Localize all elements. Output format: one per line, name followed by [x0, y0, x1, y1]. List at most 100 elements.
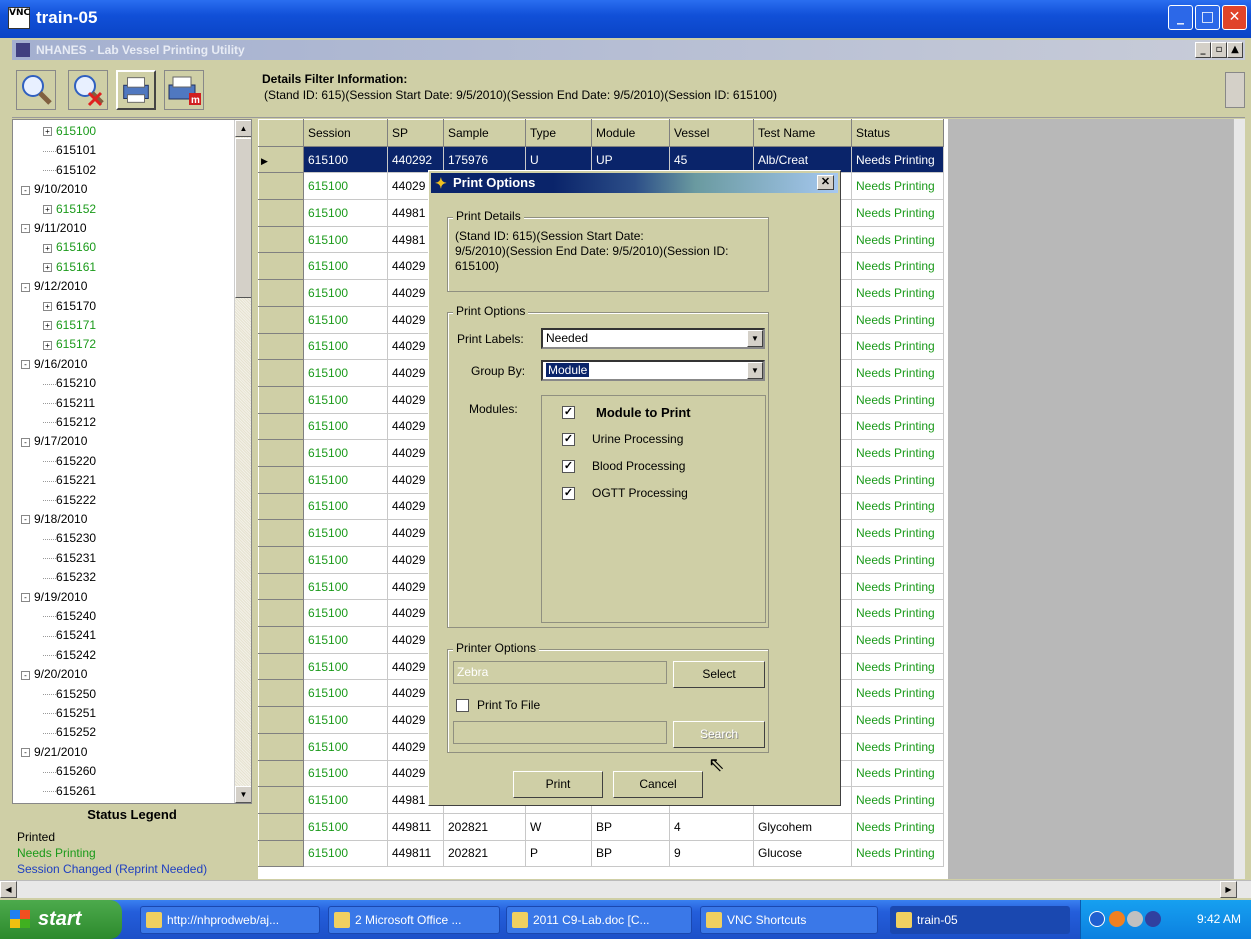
collapse-icon[interactable]: -: [21, 515, 30, 525]
scroll-right-icon[interactable]: ▶: [1220, 881, 1237, 898]
row-header[interactable]: [258, 839, 304, 868]
row-header[interactable]: [258, 626, 304, 654]
row-header[interactable]: [258, 252, 304, 281]
tree-date-node[interactable]: -9/18/2010: [21, 510, 87, 528]
table-row[interactable]: 615100 449811 202821 W BP 4 Glycohem Needs Prin…: [258, 812, 944, 841]
tree-scrollbar[interactable]: ▲ ▼: [234, 120, 251, 803]
collapse-icon[interactable]: -: [21, 224, 30, 234]
row-header[interactable]: [258, 385, 304, 414]
search-file-button[interactable]: Search: [673, 721, 765, 748]
print-labels-select[interactable]: Needed ▼: [541, 328, 765, 349]
expand-icon[interactable]: +: [43, 263, 52, 273]
row-header[interactable]: [258, 439, 304, 467]
tree-session-node[interactable]: +615100: [43, 122, 96, 140]
module-checkbox[interactable]: ✓: [562, 487, 575, 500]
tray-printer-icon[interactable]: [1127, 911, 1143, 927]
tree-session-node[interactable]: 615251: [43, 704, 96, 722]
column-header[interactable]: Module: [591, 119, 670, 147]
tree-session-node[interactable]: 615260: [43, 762, 96, 780]
collapse-icon[interactable]: -: [21, 748, 30, 758]
row-header[interactable]: [258, 572, 304, 601]
expand-icon[interactable]: +: [43, 204, 52, 214]
horizontal-scrollbar[interactable]: ◀ ▶: [0, 880, 1251, 898]
row-header[interactable]: [258, 279, 304, 307]
grid-vertical-scrollbar[interactable]: [1233, 119, 1245, 879]
tree-session-node[interactable]: +615170: [43, 297, 96, 315]
tree-date-node[interactable]: -9/19/2010: [21, 588, 87, 606]
row-header[interactable]: [258, 359, 304, 387]
app-scroll-up-icon[interactable]: ▲: [1227, 42, 1243, 58]
search-icon[interactable]: [16, 70, 56, 110]
column-header[interactable]: SP: [387, 119, 444, 147]
expand-icon[interactable]: +: [43, 127, 52, 137]
tree-date-node[interactable]: -9/16/2010: [21, 355, 87, 373]
row-header[interactable]: [258, 465, 304, 494]
tree-session-node[interactable]: 615220: [43, 452, 96, 470]
tree-date-node[interactable]: -9/11/2010: [21, 219, 87, 237]
print-icon[interactable]: [116, 70, 156, 110]
row-header[interactable]: [258, 305, 304, 334]
taskbar-task[interactable]: http://nhprodweb/aj...: [140, 906, 320, 934]
column-header[interactable]: Vessel: [669, 119, 754, 147]
scroll-up-icon[interactable]: ▲: [235, 120, 251, 137]
collapse-icon[interactable]: -: [21, 592, 30, 602]
tree-session-node[interactable]: 615210: [43, 374, 96, 392]
session-tree[interactable]: +615100 615101 615102-9/10/2010 +615152-9/1…: [12, 119, 252, 804]
clear-search-icon[interactable]: [68, 70, 108, 110]
dialog-close-icon[interactable]: ✕: [817, 175, 834, 190]
tree-date-node[interactable]: -9/12/2010: [21, 277, 87, 295]
tree-session-node[interactable]: 615230: [43, 529, 96, 547]
collapse-icon[interactable]: -: [21, 670, 30, 680]
tree-session-node[interactable]: 615261: [43, 782, 96, 800]
tree-session-node[interactable]: 615221: [43, 471, 96, 489]
module-checkbox[interactable]: ✓: [562, 433, 575, 446]
tree-session-node[interactable]: 615241: [43, 626, 96, 644]
row-header[interactable]: [258, 732, 304, 761]
tree-session-node[interactable]: 615101: [43, 141, 96, 159]
row-header[interactable]: [258, 492, 304, 521]
print-button[interactable]: Print: [513, 771, 603, 798]
row-header[interactable]: [258, 599, 304, 628]
print-to-file-checkbox[interactable]: [456, 699, 469, 712]
app-restore-icon[interactable]: ▫: [1211, 42, 1227, 58]
table-row[interactable]: ▶ 615100 440292 175976 U UP 45 Alb/Creat Needs P…: [258, 145, 944, 174]
column-header[interactable]: Test Name: [753, 119, 852, 147]
tree-session-node[interactable]: +615171: [43, 316, 96, 334]
chevron-down-icon[interactable]: ▼: [747, 362, 763, 379]
row-header[interactable]: [258, 652, 304, 681]
tree-session-node[interactable]: +615161: [43, 258, 96, 276]
minimize-icon[interactable]: _: [1168, 5, 1193, 30]
row-header[interactable]: [258, 412, 304, 441]
taskbar-task[interactable]: 2 Microsoft Office ...: [328, 906, 500, 934]
cancel-button[interactable]: Cancel: [613, 771, 703, 798]
taskbar-task[interactable]: train-05: [890, 906, 1070, 934]
tray-network-icon[interactable]: [1145, 911, 1161, 927]
taskbar-task[interactable]: 2011 C9-Lab.doc [C...: [506, 906, 692, 934]
tree-session-node[interactable]: 615232: [43, 568, 96, 586]
maximize-icon[interactable]: □: [1195, 5, 1220, 30]
chevron-down-icon[interactable]: ▼: [747, 330, 763, 347]
row-pointer-icon[interactable]: ▶: [258, 145, 304, 174]
group-by-select[interactable]: Module ▼: [541, 360, 765, 381]
tree-session-node[interactable]: +615160: [43, 238, 96, 256]
scroll-left-icon[interactable]: ◀: [0, 881, 17, 898]
collapse-icon[interactable]: -: [21, 360, 30, 370]
expand-icon[interactable]: +: [43, 340, 52, 350]
expand-icon[interactable]: +: [43, 243, 52, 253]
scroll-down-icon[interactable]: ▼: [235, 786, 251, 803]
tree-session-node[interactable]: 615211: [43, 394, 95, 412]
row-header[interactable]: [258, 706, 304, 734]
column-header[interactable]: Type: [525, 119, 592, 147]
row-header[interactable]: [258, 786, 304, 814]
tree-session-node[interactable]: +615152: [43, 200, 96, 218]
row-header[interactable]: [258, 759, 304, 788]
row-header[interactable]: [258, 519, 304, 547]
column-header[interactable]: Sample: [443, 119, 526, 147]
expand-icon[interactable]: +: [43, 301, 52, 311]
tree-session-node[interactable]: 615252: [43, 723, 96, 741]
collapse-icon[interactable]: -: [21, 185, 30, 195]
settings-icon[interactable]: [1225, 72, 1245, 108]
tree-session-node[interactable]: 615102: [43, 161, 96, 179]
file-path-field[interactable]: [453, 721, 667, 744]
collapse-icon[interactable]: -: [21, 282, 30, 292]
